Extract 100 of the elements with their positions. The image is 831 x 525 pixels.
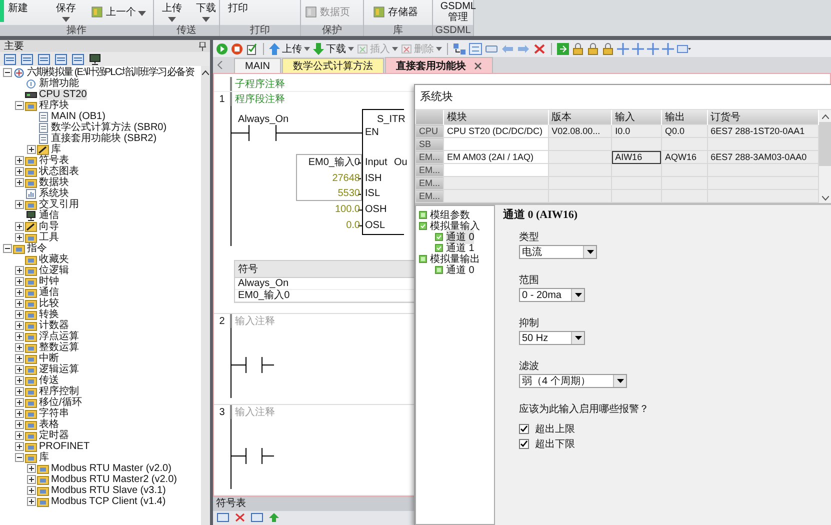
ribbon-button[interactable]: 保存 — [56, 1, 76, 23]
box-icon[interactable] — [485, 42, 498, 54]
dropdown[interactable]: 弱（4 个周期） — [519, 374, 627, 388]
monitor-icon[interactable] — [89, 54, 101, 64]
row-header[interactable]: SB — [416, 138, 444, 150]
nav-item[interactable]: 模拟量输入 — [430, 218, 480, 232]
tree-item[interactable]: 数学公式计算方法 (SBR0) — [51, 122, 167, 133]
expander-icon[interactable] — [3, 244, 12, 253]
tree-item[interactable]: 工具 — [39, 232, 59, 243]
tree-item[interactable]: 六期模拟量 (E:\叶强PLC培训班学习必备资 — [27, 67, 194, 78]
tree-item[interactable]: 向导 — [39, 221, 59, 232]
row-header[interactable]: CPU — [416, 124, 444, 138]
tree-item[interactable]: 定时器 — [39, 430, 69, 441]
expander-icon[interactable] — [15, 299, 24, 308]
pin-icon[interactable] — [199, 42, 206, 50]
scroll-up-icon[interactable] — [822, 114, 828, 119]
expander-icon[interactable] — [15, 156, 24, 165]
tree-item[interactable]: 直接套用功能块 (SBR2) — [51, 133, 157, 144]
scroll-down-icon[interactable] — [822, 196, 828, 201]
tree-item[interactable]: 系统块 — [39, 188, 69, 199]
tree-item[interactable]: CPU ST20 — [39, 89, 87, 100]
tree-item[interactable]: Modbus RTU Slave (v3.1) — [51, 485, 166, 496]
tree-item[interactable]: 状态图表 — [39, 166, 79, 177]
ribbon-button[interactable]: 新建 — [8, 1, 28, 23]
checkbox[interactable] — [519, 438, 529, 448]
ribbon-button[interactable]: 打印 — [228, 1, 248, 23]
expander-icon[interactable] — [15, 288, 24, 297]
nav-item[interactable]: 通道 1 — [446, 240, 474, 254]
nav-item[interactable]: 通道 0 — [446, 262, 474, 276]
tree-item[interactable]: MAIN (OB1) — [51, 111, 106, 122]
scroll-left-icon[interactable] — [217, 61, 223, 69]
row-header[interactable]: EM... — [416, 164, 444, 176]
ribbon-button[interactable]: 上一个 — [90, 1, 146, 23]
nav-item[interactable]: 通道 0 — [446, 230, 474, 244]
tree-item[interactable]: 通信 — [39, 287, 59, 298]
expander-icon[interactable] — [15, 222, 24, 231]
expander-icon[interactable] — [15, 178, 24, 187]
run-icon[interactable] — [216, 42, 228, 54]
window-icon[interactable] — [677, 42, 691, 54]
view-icon[interactable] — [72, 54, 84, 64]
expander-icon[interactable] — [15, 101, 24, 110]
expander-icon[interactable] — [15, 442, 24, 451]
expander-icon[interactable] — [27, 475, 36, 484]
tree-item[interactable]: 传送 — [39, 375, 59, 386]
editor-tab[interactable]: MAIN — [234, 58, 281, 73]
view-icon[interactable] — [55, 54, 67, 64]
editor-tab[interactable]: 数学公式计算方法 — [282, 58, 384, 73]
expander-icon[interactable] — [15, 332, 24, 341]
pin-value[interactable]: 27648 — [332, 172, 360, 186]
tree-item[interactable]: 程序块 — [39, 100, 69, 111]
ribbon-button[interactable]: 上传 — [162, 1, 182, 23]
tree-item[interactable]: 中断 — [39, 353, 59, 364]
pin-value[interactable]: 5530 — [338, 187, 360, 202]
expander-icon[interactable] — [15, 233, 24, 242]
table-icon[interactable] — [217, 513, 229, 522]
move-icon[interactable] — [662, 42, 674, 54]
expander-icon[interactable] — [15, 376, 24, 385]
view-icon[interactable] — [21, 54, 33, 64]
checkbox[interactable] — [519, 424, 529, 434]
tree-item[interactable]: 比较 — [39, 298, 59, 309]
tree-item[interactable]: 字符串 — [39, 408, 69, 419]
ribbon-button[interactable]: GSDML 管理 — [441, 1, 475, 23]
lock-icon[interactable] — [587, 42, 599, 54]
checklist-icon[interactable] — [246, 42, 258, 54]
tree-item[interactable]: 位逻辑 — [39, 265, 69, 276]
expander-icon[interactable] — [15, 387, 24, 396]
tree-item[interactable]: 计数器 — [39, 320, 69, 331]
tree-item[interactable]: 浮点运算 — [39, 331, 79, 342]
expander-icon[interactable] — [27, 486, 36, 495]
row-header[interactable]: EM... — [416, 150, 444, 164]
expander-icon[interactable] — [15, 354, 24, 363]
expander-icon[interactable] — [15, 277, 24, 286]
lock-icon[interactable] — [572, 42, 584, 54]
move-icon[interactable] — [617, 42, 629, 54]
tree-item[interactable]: 指令 — [27, 243, 47, 254]
subroutine-comment[interactable]: 子程序注释 — [230, 77, 285, 91]
ribbon-button[interactable]: 下载 — [196, 1, 216, 23]
checkbox-label[interactable]: 超出上限 — [535, 422, 575, 436]
expander-icon[interactable] — [15, 200, 24, 209]
expander-icon[interactable] — [15, 398, 24, 407]
close-icon[interactable] — [474, 62, 482, 70]
scrollbar-thumb[interactable] — [819, 122, 831, 166]
tree-item[interactable]: 逻辑运算 — [39, 364, 79, 375]
table-icon[interactable] — [251, 513, 263, 522]
tree-item[interactable]: 时钟 — [39, 276, 59, 287]
move-icon[interactable] — [632, 42, 644, 54]
tree-item[interactable]: PROFINET — [39, 441, 90, 452]
go-icon[interactable] — [557, 42, 569, 54]
toolbar-button[interactable]: 下载 — [313, 42, 354, 56]
expander-icon[interactable] — [15, 343, 24, 352]
dropdown[interactable]: 50 Hz — [519, 331, 585, 345]
expander-icon[interactable] — [15, 266, 24, 275]
tree-item[interactable]: 数据块 — [39, 177, 69, 188]
tree-item[interactable]: 转换 — [39, 309, 59, 320]
delete-icon[interactable] — [533, 42, 546, 54]
pin-value[interactable]: EM0_输入0 — [308, 156, 360, 170]
view-icon[interactable] — [4, 54, 16, 64]
expander-icon[interactable] — [15, 365, 24, 374]
network-comment[interactable]: 程序段注释 — [230, 92, 285, 106]
delete-icon[interactable] — [234, 513, 246, 522]
